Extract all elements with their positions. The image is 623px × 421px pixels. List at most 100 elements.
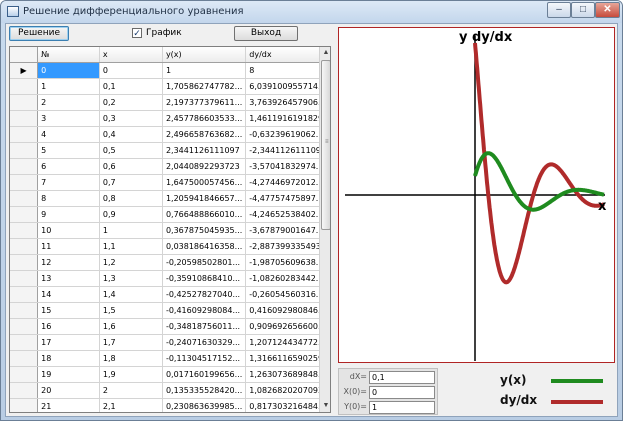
table-cell[interactable]: 1,1 — [99, 238, 163, 255]
column-header-dydx[interactable]: dy/dx — [245, 47, 330, 63]
table-cell[interactable]: -1,08260283442... — [245, 270, 330, 287]
table-cell[interactable]: 15 — [37, 302, 100, 319]
table-row[interactable]: 8 0,8 1,205941846657... -4,47757475897... — [10, 190, 330, 207]
table-row[interactable]: 5 0,5 2,3441126111097 -2,3441126111097 — [10, 142, 330, 159]
table-cell[interactable]: 1 — [162, 62, 247, 79]
row-header[interactable] — [10, 158, 39, 175]
exit-button[interactable]: Выход — [234, 26, 298, 41]
column-header-index[interactable]: № — [37, 47, 100, 63]
table-cell[interactable]: 0,135335528420... — [162, 382, 247, 399]
table-cell[interactable]: 4 — [37, 126, 100, 143]
table-cell[interactable]: 0,909692656600... — [245, 318, 330, 335]
solve-button[interactable]: Решение — [9, 26, 69, 41]
table-cell[interactable]: 8 — [245, 62, 330, 79]
table-cell[interactable]: -0,41609298084... — [162, 302, 247, 319]
table-cell[interactable]: 18 — [37, 350, 100, 367]
table-cell[interactable]: 0,3 — [99, 110, 163, 127]
table-row[interactable]: 16 1,6 -0,34818756011... 0,909692656600... — [10, 318, 330, 335]
table-row[interactable]: 10 1 0,367875045935... -3,67879001647... — [10, 222, 330, 239]
table-cell[interactable]: 1,207124434772... — [245, 334, 330, 351]
table-cell[interactable]: 0 — [37, 62, 100, 79]
table-cell[interactable]: 0,766488866010... — [162, 206, 247, 223]
table-cell[interactable]: -4,24652538402... — [245, 206, 330, 223]
table-cell[interactable]: 2 — [37, 94, 100, 111]
table-cell[interactable]: 0,8 — [99, 190, 163, 207]
table-cell[interactable]: 10 — [37, 222, 100, 239]
row-header[interactable] — [10, 190, 39, 207]
table-cell[interactable]: -4,27446972012... — [245, 174, 330, 191]
scroll-down-arrow-icon[interactable]: ▼ — [320, 400, 330, 412]
table-row[interactable]: 4 0,4 2,496658763682... -0,63239619062... — [10, 126, 330, 143]
scroll-up-arrow-icon[interactable]: ▲ — [320, 47, 330, 59]
table-cell[interactable]: 1,705862747782... — [162, 78, 247, 95]
close-button[interactable]: ✕ — [595, 2, 620, 18]
row-header[interactable] — [10, 142, 39, 159]
table-cell[interactable]: -4,47757475897... — [245, 190, 330, 207]
row-header[interactable] — [10, 110, 39, 127]
table-cell[interactable]: 1,263073689848... — [245, 366, 330, 383]
table-cell[interactable]: 3,763926457906... — [245, 94, 330, 111]
table-row[interactable]: 21 2,1 0,230863639985... 0,817303216484... — [10, 398, 330, 412]
table-cell[interactable]: -2,3441126111097 — [245, 142, 330, 159]
table-cell[interactable]: 1 — [37, 78, 100, 95]
row-header[interactable] — [10, 78, 39, 95]
row-header[interactable] — [10, 366, 39, 383]
table-row[interactable]: 6 0,6 2,0440892293723 -3,57041832974... — [10, 158, 330, 175]
table-cell[interactable]: 13 — [37, 270, 100, 287]
table-cell[interactable]: -0,24071630329... — [162, 334, 247, 351]
table-cell[interactable]: 0,367875045935... — [162, 222, 247, 239]
table-cell[interactable]: 1,647500057456... — [162, 174, 247, 191]
table-cell[interactable]: 11 — [37, 238, 100, 255]
row-header[interactable] — [10, 286, 39, 303]
table-cell[interactable]: -0,35910868410... — [162, 270, 247, 287]
table-cell[interactable]: 7 — [37, 174, 100, 191]
scroll-thumb[interactable]: ≡ — [321, 60, 330, 230]
row-header[interactable] — [10, 334, 39, 351]
table-row[interactable]: 9 0,9 0,766488866010... -4,24652538402... — [10, 206, 330, 223]
table-cell[interactable]: 3 — [37, 110, 100, 127]
table-row[interactable]: 17 1,7 -0,24071630329... 1,207124434772... — [10, 334, 330, 351]
table-row[interactable]: 3 0,3 2,457786603533... 1,4611916191829 — [10, 110, 330, 127]
table-row[interactable]: 14 1,4 -0,42527827040... -0,26054560316... — [10, 286, 330, 303]
table-cell[interactable]: 1,7 — [99, 334, 163, 351]
table-cell[interactable]: -0,63239619062... — [245, 126, 330, 143]
table-cell[interactable]: 2,197377379611... — [162, 94, 247, 111]
table-cell[interactable]: 0,9 — [99, 206, 163, 223]
table-cell[interactable]: 2,496658763682... — [162, 126, 247, 143]
table-cell[interactable]: -0,34818756011... — [162, 318, 247, 335]
table-cell[interactable]: 1,8 — [99, 350, 163, 367]
table-cell[interactable]: 0,416092980846... — [245, 302, 330, 319]
table-cell[interactable]: 2,1 — [99, 398, 163, 412]
results-grid[interactable]: № x y(x) dy/dx ▶ 0 0 1 8 1 0,1 1,705862747782..… — [9, 46, 331, 413]
column-header-y[interactable]: y(x) — [162, 47, 247, 63]
table-cell[interactable]: 1,3166116590259 — [245, 350, 330, 367]
table-cell[interactable]: 1,6 — [99, 318, 163, 335]
table-cell[interactable]: 2,3441126111097 — [162, 142, 247, 159]
row-header[interactable] — [10, 174, 39, 191]
minimize-button[interactable]: – — [547, 2, 571, 18]
column-header-x[interactable]: x — [99, 47, 163, 63]
grid-vertical-scrollbar[interactable]: ▲ ≡ ▼ — [319, 47, 330, 412]
table-row[interactable]: 12 1,2 -0,20598502801... -1,98705609638... — [10, 254, 330, 271]
table-cell[interactable]: 0,2 — [99, 94, 163, 111]
table-cell[interactable]: 8 — [37, 190, 100, 207]
table-cell[interactable]: 1,3 — [99, 270, 163, 287]
table-row[interactable]: ▶ 0 0 1 8 — [10, 62, 330, 79]
dx-input[interactable]: 0,1 — [369, 371, 435, 384]
table-cell[interactable]: -0,20598502801... — [162, 254, 247, 271]
table-cell[interactable]: 2 — [99, 382, 163, 399]
table-row[interactable]: 20 2 0,135335528420... 1,0826820207093 — [10, 382, 330, 399]
row-header[interactable] — [10, 222, 39, 239]
table-cell[interactable]: 2,457786603533... — [162, 110, 247, 127]
current-row-indicator-icon[interactable]: ▶ — [10, 62, 39, 79]
table-cell[interactable]: 1,9 — [99, 366, 163, 383]
table-cell[interactable]: 0,4 — [99, 126, 163, 143]
table-cell[interactable]: 1,4 — [99, 286, 163, 303]
table-cell[interactable]: -3,67879001647... — [245, 222, 330, 239]
table-cell[interactable]: 9 — [37, 206, 100, 223]
table-cell[interactable]: 6 — [37, 158, 100, 175]
table-cell[interactable]: 0,038186416358... — [162, 238, 247, 255]
table-cell[interactable]: -0,26054560316... — [245, 286, 330, 303]
table-row[interactable]: 7 0,7 1,647500057456... -4,27446972012... — [10, 174, 330, 191]
table-cell[interactable]: 1,2 — [99, 254, 163, 271]
